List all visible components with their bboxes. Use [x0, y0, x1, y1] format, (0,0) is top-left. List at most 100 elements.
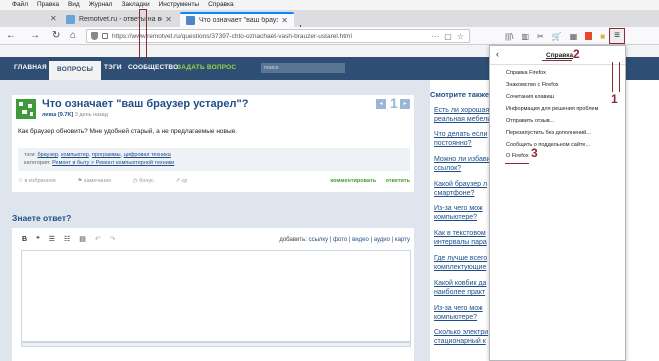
add-video-link[interactable]: видео — [352, 237, 369, 243]
answer-textarea[interactable] — [21, 250, 411, 342]
address-bar[interactable]: https://www.remotvet.ru/questions/37397-… — [86, 29, 470, 43]
see-also-link[interactable]: постоянно? — [434, 139, 494, 148]
see-also-link[interactable]: стационарный к — [434, 337, 494, 346]
see-also-link[interactable]: реальная мебели — [434, 115, 494, 124]
avatar[interactable] — [16, 99, 36, 119]
lock-icon[interactable] — [102, 33, 108, 39]
extension-yellow-icon[interactable]: ■ — [600, 32, 605, 41]
navigation-bar: ← → ↻ ⌂ https://www.remotvet.ru/question… — [0, 27, 659, 45]
tag-link[interactable]: компьютер — [61, 152, 89, 158]
category-link[interactable]: Ремонт в быту > Ремонт компьютерной техн… — [52, 160, 174, 166]
add-map-link[interactable]: карту — [395, 237, 410, 243]
menu-item-troubleshooting[interactable]: Информация для решения проблем — [506, 106, 598, 112]
redo-icon[interactable]: ↷ — [110, 236, 116, 243]
see-also-link[interactable]: ссылок? — [434, 164, 494, 173]
cart-icon[interactable]: 🛒 — [552, 32, 562, 41]
see-also-link[interactable]: Что делать если — [434, 130, 494, 139]
see-also-link[interactable]: Есть ли хорошая — [434, 106, 494, 115]
menu-item-report-site[interactable]: Сообщить о поддельном сайте... — [506, 142, 590, 148]
panel-divider — [490, 64, 625, 65]
see-also-link[interactable]: наиболее практ — [434, 288, 494, 297]
site-search-input[interactable]: поиск — [261, 63, 345, 73]
see-also-link[interactable]: Из-за чего мож — [434, 204, 494, 213]
nav-community[interactable]: СООБЩЕСТВО — [128, 64, 178, 71]
tag-link[interactable]: браузер — [37, 152, 58, 158]
see-also-link[interactable]: компьютере? — [434, 213, 494, 222]
tab-remotvet-home[interactable]: Remotvet.ru - ответы на все вопр... ✕ — [60, 12, 178, 27]
vote-down-icon[interactable]: ◂ — [376, 99, 386, 109]
menu-item-shortcuts[interactable]: Сочетания клавиш — [506, 94, 554, 100]
editor-toolbar: B ❝ ☰ ☷ ▤ ↶ ↷ — [22, 235, 123, 243]
menu-view[interactable]: Вид — [68, 0, 80, 10]
bullet-list-icon[interactable]: ☷ — [64, 236, 70, 243]
home-icon[interactable]: ⌂ — [70, 29, 76, 43]
more-dots-icon[interactable]: ··· — [431, 32, 439, 41]
resize-handle[interactable] — [21, 342, 411, 347]
nav-ask-question[interactable]: ЗАДАТЬ ВОПРОС — [177, 64, 236, 71]
annotation-arrow-line — [146, 10, 147, 60]
menu-item-about-firefox[interactable]: О Firefox — [506, 153, 529, 159]
add-photo-link[interactable]: фото — [333, 237, 347, 243]
menu-item-restart-no-addons[interactable]: Перезапустить без дополнений... — [506, 130, 591, 136]
numbered-list-icon[interactable]: ☰ — [49, 236, 55, 243]
menu-item-firefox-help[interactable]: Справка Firefox — [506, 70, 546, 76]
annotation-number-1: 1 — [611, 92, 618, 106]
sidebar-icon[interactable]: ▥ — [521, 32, 529, 41]
forward-arrow-icon[interactable]: → — [30, 29, 40, 43]
close-icon[interactable]: ✕ — [165, 15, 172, 24]
see-also-link[interactable]: комплектующие — [434, 263, 494, 272]
url-text[interactable]: https://www.remotvet.ru/questions/37397-… — [112, 33, 431, 40]
remark-link[interactable]: ⚑ замечание — [77, 178, 121, 184]
nav-questions[interactable]: ВОПРОСЫ — [49, 61, 102, 80]
nav-home[interactable]: ГЛАВНАЯ — [14, 64, 47, 71]
answer-link[interactable]: ответить — [386, 178, 410, 184]
see-also-link[interactable]: Где лучше всего — [434, 254, 494, 263]
bookmark-star-icon[interactable]: ☆ — [457, 32, 464, 41]
see-also-link[interactable]: Из-за чего мож — [434, 304, 494, 313]
favorite-link[interactable]: ☆ в избранное — [18, 178, 66, 184]
see-also-link[interactable]: смартфоне? — [434, 189, 494, 198]
quote-icon[interactable]: ❝ — [36, 236, 40, 243]
bonus-link[interactable]: ◷ бонус — [133, 178, 164, 184]
extension-red-icon[interactable] — [585, 32, 593, 40]
menu-edit[interactable]: Правка — [37, 0, 59, 10]
author-link[interactable]: левш [9.7K] — [42, 112, 73, 118]
tab-question[interactable]: Что означает "ваш браузер уста... ✕ — [180, 12, 294, 27]
see-also-link[interactable]: Какой браузер л — [434, 180, 494, 189]
nav-tags[interactable]: ТЭГИ — [104, 64, 122, 71]
screenshot-icon[interactable]: ✂ — [537, 32, 544, 41]
see-also-link[interactable]: Сколько электри — [434, 328, 494, 337]
pocket-icon[interactable]: ▢ — [444, 32, 452, 41]
close-icon[interactable]: ✕ — [50, 14, 57, 23]
shield-icon[interactable] — [91, 32, 98, 40]
undo-icon[interactable]: ↶ — [95, 236, 101, 243]
back-chevron-icon[interactable]: ‹ — [496, 49, 499, 59]
see-also-link[interactable]: Какой ковбик да — [434, 279, 494, 288]
menu-file[interactable]: Файл — [12, 0, 28, 10]
vote-up-icon[interactable]: ▸ — [400, 99, 410, 109]
see-also-link[interactable]: компьютере? — [434, 313, 494, 322]
menu-help[interactable]: Справка — [208, 0, 234, 10]
close-icon[interactable]: ✕ — [281, 16, 288, 25]
menu-history[interactable]: Журнал — [89, 0, 113, 10]
see-also-link[interactable]: Можно ли избавить — [434, 155, 494, 164]
share-link[interactable]: ↗ ср — [175, 178, 197, 184]
question-title[interactable]: Что означает "ваш браузер устарел"? — [42, 98, 248, 110]
see-also-link[interactable]: интервалы пара — [434, 238, 494, 247]
table-icon[interactable]: ▤ — [79, 236, 86, 243]
see-also-link[interactable]: Как в текстовом — [434, 229, 494, 238]
tag-link[interactable]: программы — [92, 152, 121, 158]
menu-item-tour[interactable]: Знакомство с Firefox — [506, 82, 559, 88]
add-audio-link[interactable]: аудио — [374, 237, 390, 243]
comment-link[interactable]: комментировать — [330, 178, 376, 184]
extension-icon[interactable]: ▦ — [570, 32, 578, 41]
library-icon[interactable]: |||\ — [505, 32, 513, 41]
menu-item-feedback[interactable]: Отправить отзыв... — [506, 118, 554, 124]
reload-icon[interactable]: ↻ — [52, 29, 60, 43]
tag-link[interactable]: цифровая техника — [124, 152, 171, 158]
bold-icon[interactable]: B — [22, 236, 27, 243]
hamburger-menu-icon[interactable]: ≡ — [609, 28, 625, 44]
menu-tools[interactable]: Инструменты — [159, 0, 200, 10]
back-arrow-icon[interactable]: ← — [6, 29, 16, 43]
add-link-link[interactable]: ссылку — [309, 237, 329, 243]
